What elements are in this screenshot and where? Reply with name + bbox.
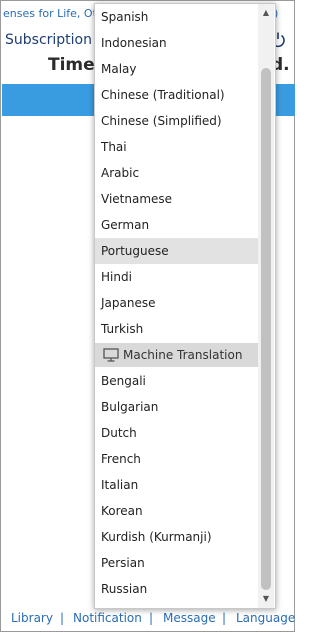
language-dropdown[interactable]: Spanish Indonesian Malay Chinese (Tradition… bbox=[94, 3, 276, 609]
language-option-german[interactable]: German bbox=[95, 212, 258, 238]
footer-separator: | bbox=[222, 611, 227, 625]
language-option-dutch[interactable]: Dutch bbox=[95, 420, 258, 446]
page-frame: enses for Life, Othe 6) Subscription | I… bbox=[0, 0, 295, 632]
language-option-thai[interactable]: Thai bbox=[95, 134, 258, 160]
footer-separator: | bbox=[60, 611, 65, 625]
language-option-arabic[interactable]: Arabic bbox=[95, 160, 258, 186]
language-option-russian[interactable]: Russian bbox=[95, 576, 258, 602]
language-option-hindi[interactable]: Hindi bbox=[95, 264, 258, 290]
footer-notification-link[interactable]: Notification bbox=[73, 611, 142, 625]
group-label: Machine Translation bbox=[123, 348, 243, 362]
footer-message-link[interactable]: Message bbox=[163, 611, 216, 625]
language-option-japanese[interactable]: Japanese bbox=[95, 290, 258, 316]
language-option-vietnamese[interactable]: Vietnamese bbox=[95, 186, 258, 212]
language-option-chinese-traditional[interactable]: Chinese (Traditional) bbox=[95, 82, 258, 108]
language-option-chinese-simplified[interactable]: Chinese (Simplified) bbox=[95, 108, 258, 134]
footer-language-link[interactable]: Language bbox=[236, 611, 295, 625]
language-option-persian[interactable]: Persian bbox=[95, 550, 258, 576]
language-option-bengali[interactable]: Bengali bbox=[95, 368, 258, 394]
footer-separator: | bbox=[149, 611, 154, 625]
dropdown-scrollbar[interactable]: ▲ ▼ bbox=[258, 4, 274, 608]
monitor-icon bbox=[103, 347, 119, 362]
language-option-italian[interactable]: Italian bbox=[95, 472, 258, 498]
language-option-turkish[interactable]: Turkish bbox=[95, 316, 258, 342]
language-option-french[interactable]: French bbox=[95, 446, 258, 472]
scroll-up-arrow-icon[interactable]: ▲ bbox=[258, 6, 274, 20]
language-option-malay[interactable]: Malay bbox=[95, 56, 258, 82]
scroll-down-arrow-icon[interactable]: ▼ bbox=[258, 592, 274, 606]
footer-library-link[interactable]: Library bbox=[11, 611, 53, 625]
machine-translation-group-header: Machine Translation bbox=[95, 343, 258, 367]
language-option-kurdish-kurmanji[interactable]: Kurdish (Kurmanji) bbox=[95, 524, 258, 550]
language-option-indonesian[interactable]: Indonesian bbox=[95, 30, 258, 56]
scroll-thumb[interactable] bbox=[261, 68, 271, 590]
language-option-spanish[interactable]: Spanish bbox=[95, 4, 258, 30]
language-option-portuguese[interactable]: Portuguese bbox=[95, 238, 258, 264]
language-option-korean[interactable]: Korean bbox=[95, 498, 258, 524]
language-option-bulgarian[interactable]: Bulgarian bbox=[95, 394, 258, 420]
